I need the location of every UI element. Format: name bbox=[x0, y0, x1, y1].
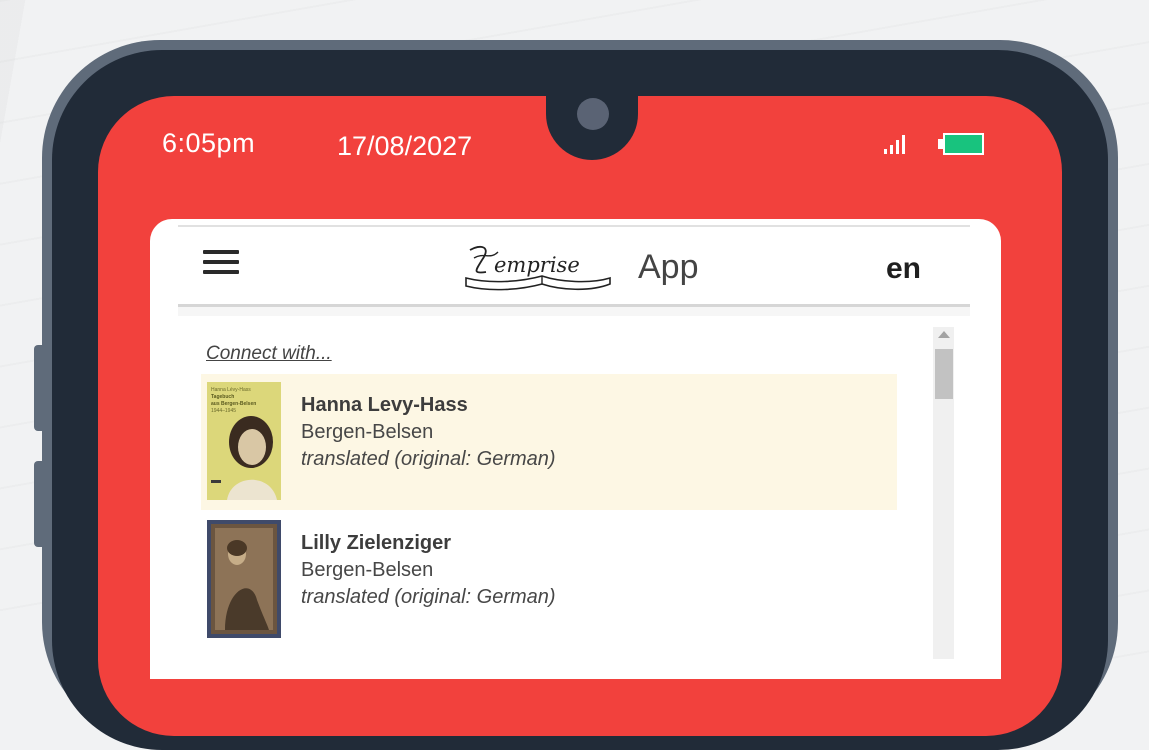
status-date: 17/08/2027 bbox=[337, 131, 473, 161]
top-rule bbox=[178, 225, 970, 227]
hamburger-menu-icon[interactable] bbox=[203, 250, 239, 276]
translation-note: translated (original: German) bbox=[301, 586, 556, 608]
connect-with-link[interactable]: Connect with... bbox=[206, 343, 332, 365]
app-title: App bbox=[638, 248, 699, 286]
header-shadow bbox=[178, 307, 970, 316]
person-place: Bergen-Belsen bbox=[301, 421, 434, 443]
list-item-hanna-levy-hass[interactable]: Hanna Lévy-Hass Tagebuch aus Bergen-Bels… bbox=[201, 374, 897, 510]
language-selector[interactable]: en bbox=[886, 252, 921, 286]
status-time: 6:05pm bbox=[162, 128, 256, 158]
signal-bars-icon bbox=[884, 134, 918, 154]
svg-text:aus Bergen-Belsen: aus Bergen-Belsen bbox=[211, 401, 256, 407]
book-cover-thumbnail: Hanna Lévy-Hass Tagebuch aus Bergen-Bels… bbox=[207, 382, 281, 500]
translation-note: translated (original: German) bbox=[301, 448, 556, 470]
memprise-logo: emprise bbox=[465, 245, 611, 291]
thumb-years: 1944–1945 bbox=[211, 408, 236, 414]
battery-icon bbox=[938, 133, 984, 155]
person-name: Lilly Zielenziger bbox=[301, 532, 452, 554]
scrollbar-thumb[interactable] bbox=[935, 349, 953, 399]
svg-text:Tagebuch: Tagebuch bbox=[211, 394, 234, 400]
svg-text:emprise: emprise bbox=[494, 253, 580, 277]
person-place: Bergen-Belsen bbox=[301, 559, 434, 581]
person-name: Hanna Levy-Hass bbox=[301, 394, 468, 416]
portrait-thumbnail bbox=[207, 520, 281, 638]
thumb-author: Hanna Lévy-Hass bbox=[211, 387, 251, 393]
list-item-lilly-zielenziger[interactable]: Lilly Zielenziger Bergen-Belsen translat… bbox=[201, 512, 897, 648]
scroll-up-arrow-icon[interactable] bbox=[938, 331, 950, 338]
camera-icon bbox=[577, 98, 609, 130]
